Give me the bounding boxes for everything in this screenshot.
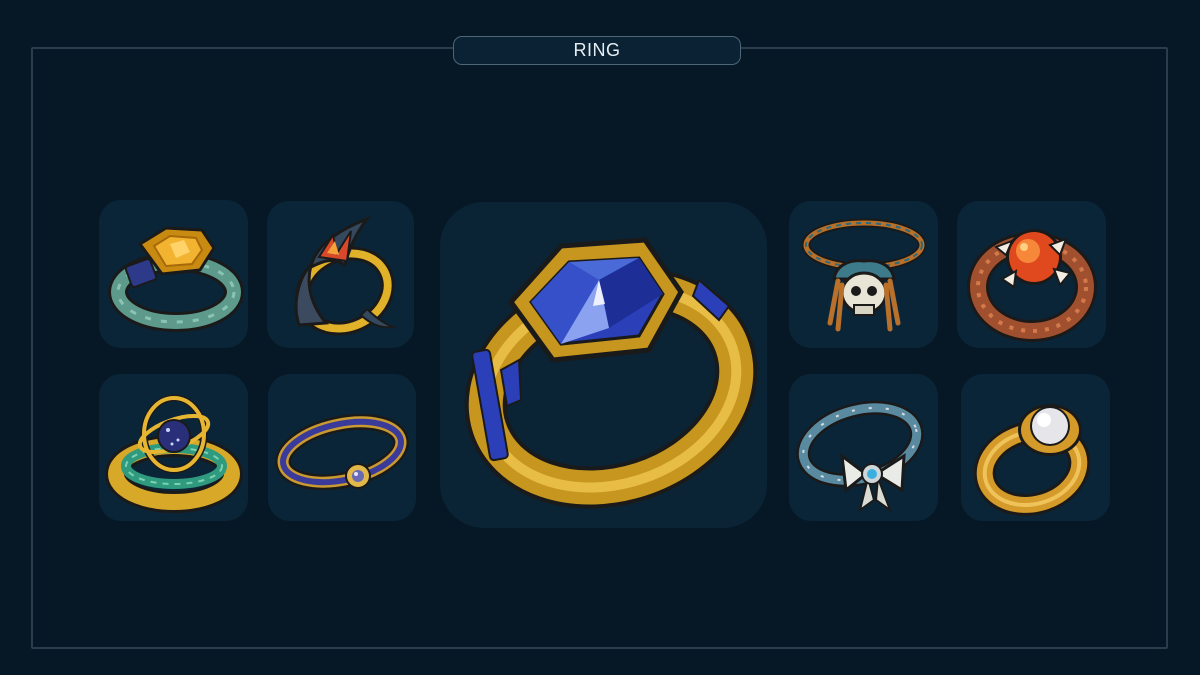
ring-slot-claw-fire[interactable] [957, 201, 1106, 348]
pirate-skull-ring-icon [801, 218, 926, 331]
panel-title-text: RING [573, 40, 621, 60]
ring-slot-sapphire-selected[interactable] [440, 202, 767, 528]
claw-fire-ring-icon [966, 228, 1097, 342]
ring-slot-pearl[interactable] [961, 374, 1110, 521]
armillary-orb-ring-icon [104, 394, 243, 513]
ring-slot-armillary-orb[interactable] [99, 374, 248, 521]
ring-slot-pirate-skull[interactable] [789, 201, 938, 348]
flame-thorn-ring-icon [294, 215, 397, 336]
ring-slot-tortoise-shell[interactable] [99, 200, 248, 348]
ring-slot-rune-band[interactable] [268, 374, 416, 521]
rune-band-ring-icon [275, 413, 409, 490]
pearl-ring-icon [973, 403, 1090, 516]
panel-title: RING [453, 36, 741, 65]
ribbon-bow-ring-icon [795, 400, 924, 513]
ring-slot-flame-thorn[interactable] [267, 201, 414, 348]
tortoise-shell-ring-icon [107, 226, 244, 332]
ring-slot-ribbon-bow[interactable] [789, 374, 938, 521]
sapphire-ring-icon [464, 237, 757, 509]
